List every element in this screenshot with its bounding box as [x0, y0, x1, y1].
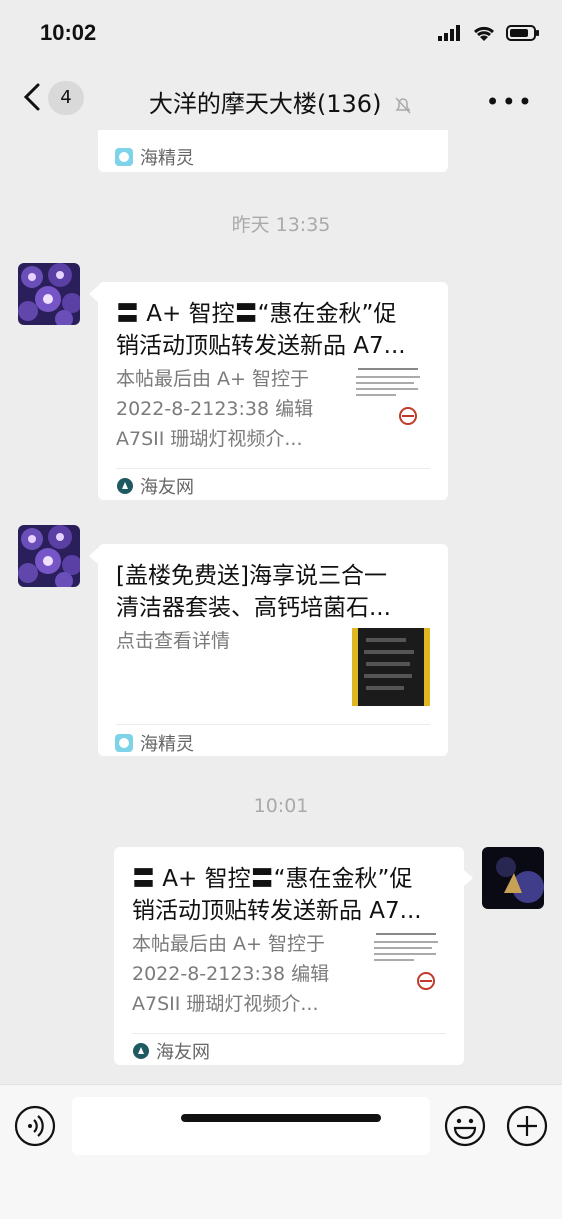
avatar[interactable]: [18, 263, 80, 325]
card-divider: [116, 468, 430, 469]
home-indicator: [181, 1114, 381, 1122]
card-desc-line-3: A7SII 珊瑚灯视频介...: [132, 993, 319, 1015]
more-options-icon[interactable]: •••: [486, 88, 534, 116]
message-input[interactable]: [72, 1097, 430, 1155]
card-thumbnail: [352, 628, 430, 706]
card-title: 〓 A+ 智控〓“惠在金秋”促 销活动顶贴转发送新品 A7...: [114, 847, 464, 927]
chat-header: 4 大洋的摩天大楼(136) •••: [0, 68, 562, 130]
timestamp-yesterday: 昨天 13:35: [231, 214, 331, 236]
input-bar: [0, 1084, 562, 1219]
bubble-tail: [464, 870, 473, 886]
card-title-line-2: 销活动顶贴转发送新品 A7...: [116, 333, 406, 359]
card-title-line-2: 清洁器套装、高钙培菌石...: [116, 595, 391, 621]
card-desc-line-1: 本帖最后由 A+ 智控于: [132, 933, 325, 955]
card-title-line-1: [盖楼免费送]海享说三合一: [116, 563, 387, 589]
chat-title-wrap: 大洋的摩天大楼(136): [0, 84, 562, 119]
message-card-partial[interactable]: 海精灵: [98, 130, 448, 172]
bubble-tail: [89, 548, 98, 564]
message-card-1[interactable]: 〓 A+ 智控〓“惠在金秋”促 销活动顶贴转发送新品 A7... 本帖最后由 A…: [98, 282, 448, 500]
chat-title: 大洋的摩天大楼(136): [148, 90, 382, 118]
message-card-2[interactable]: [盖楼免费送]海享说三合一 清洁器套装、高钙培菌石... 点击查看详情 海精灵: [98, 544, 448, 756]
mute-bell-icon: [395, 97, 411, 114]
card-source-label: 海精灵: [140, 148, 194, 169]
card-source: 海精灵: [114, 730, 194, 756]
card-source-label: 海精灵: [140, 734, 194, 755]
signal-icon: [438, 25, 460, 41]
add-more-icon[interactable]: [506, 1105, 548, 1147]
card-desc-line-1: 点击查看详情: [116, 630, 231, 652]
card-source: 海精灵: [114, 144, 194, 170]
status-time: 10:02: [40, 20, 97, 45]
card-description: 点击查看详情: [116, 626, 230, 656]
card-description: 本帖最后由 A+ 智控于 2022-8-2123:38 编辑 A7SII 珊瑚灯…: [116, 364, 313, 454]
card-description: 本帖最后由 A+ 智控于 2022-8-2123:38 编辑 A7SII 珊瑚灯…: [132, 929, 329, 1019]
voice-input-icon[interactable]: [14, 1105, 56, 1147]
card-thumbnail: [350, 364, 428, 442]
wifi-icon: [473, 26, 495, 41]
card-source-label: 海友网: [140, 477, 194, 498]
card-title-line-1: 〓 A+ 智控〓“惠在金秋”促: [116, 301, 397, 327]
card-desc-line-2: 2022-8-2123:38 编辑: [116, 398, 314, 420]
haiyouwang-logo-icon: [117, 478, 133, 494]
emoji-icon[interactable]: [444, 1105, 486, 1147]
card-source: 海友网: [116, 473, 194, 499]
system-icons: [438, 24, 540, 42]
card-title: [盖楼免费送]海享说三合一 清洁器套装、高钙培菌石...: [98, 544, 448, 624]
avatar[interactable]: [18, 525, 80, 587]
message-card-3[interactable]: 〓 A+ 智控〓“惠在金秋”促 销活动顶贴转发送新品 A7... 本帖最后由 A…: [114, 847, 464, 1065]
card-source: 海友网: [132, 1038, 210, 1064]
card-desc-line-1: 本帖最后由 A+ 智控于: [116, 368, 309, 390]
card-desc-line-2: 2022-8-2123:38 编辑: [132, 963, 330, 985]
haijingling-logo-icon: [115, 734, 133, 752]
card-title: 〓 A+ 智控〓“惠在金秋”促 销活动顶贴转发送新品 A7...: [98, 282, 448, 362]
card-divider: [116, 724, 430, 725]
card-source-label: 海友网: [156, 1042, 210, 1063]
card-title-line-2: 销活动顶贴转发送新品 A7...: [132, 898, 422, 924]
card-divider: [132, 1033, 446, 1034]
bubble-tail: [89, 286, 98, 302]
avatar-self[interactable]: [482, 847, 544, 909]
card-title-line-1: 〓 A+ 智控〓“惠在金秋”促: [132, 866, 413, 892]
haiyouwang-logo-icon: [133, 1043, 149, 1059]
card-desc-line-3: A7SII 珊瑚灯视频介...: [116, 428, 303, 450]
haijingling-logo-icon: [115, 148, 133, 166]
card-thumbnail: [368, 929, 446, 1007]
battery-icon: [506, 25, 539, 41]
timestamp-now: 10:01: [253, 795, 309, 817]
status-bar: 10:02: [0, 0, 562, 68]
